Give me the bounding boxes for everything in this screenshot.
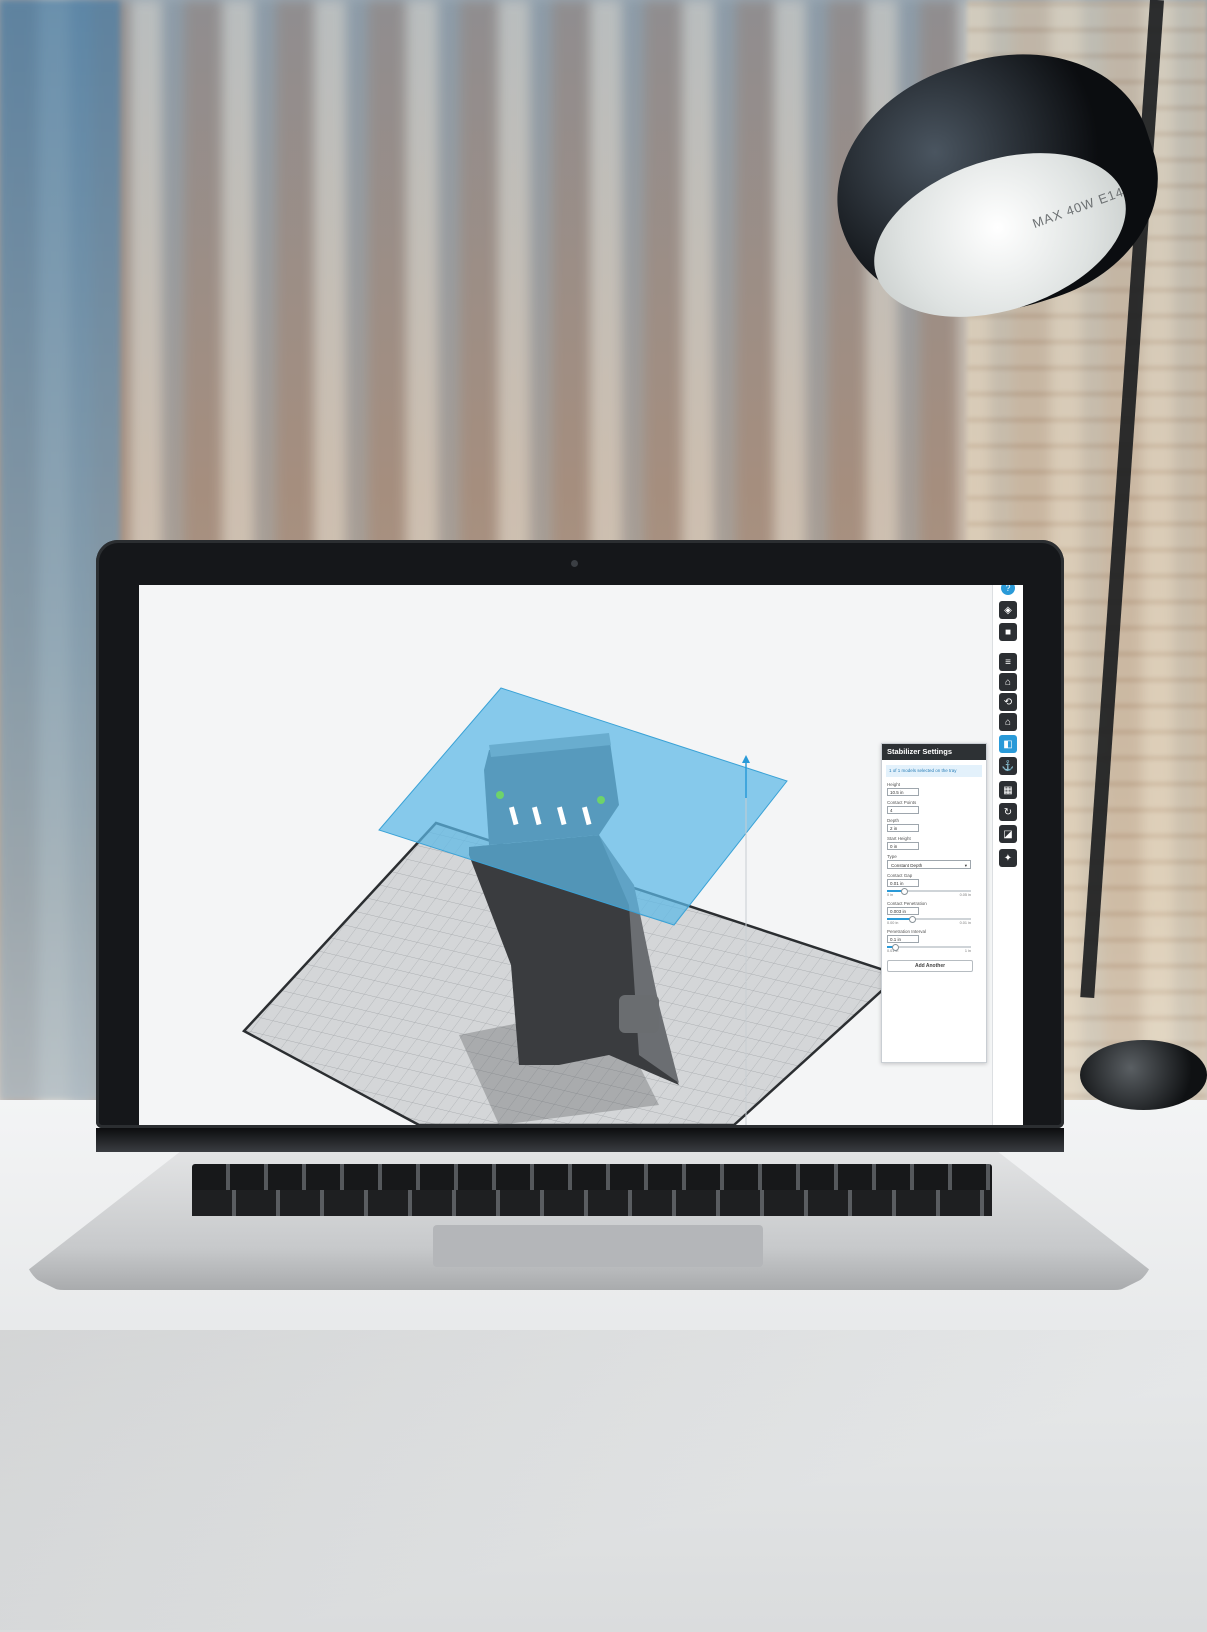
laptop-hinge: [96, 1128, 1064, 1152]
shaded-cube-icon[interactable]: ■: [999, 623, 1017, 641]
scale-icon[interactable]: ◪: [999, 825, 1017, 843]
contact-gap-field[interactable]: 0.01 in: [887, 879, 919, 887]
layers-icon[interactable]: ≡: [999, 653, 1017, 671]
trackpad: [433, 1225, 763, 1267]
penetration-interval-label: Penetration Interval: [887, 929, 927, 934]
start-height-field[interactable]: 0 in: [887, 842, 919, 850]
range-max: 0.05 in: [959, 893, 971, 897]
stabilizer-settings-panel: Stabilizer Settings 1 of 1 models select…: [881, 743, 987, 1063]
type-select[interactable]: Constant Depth ▾: [887, 860, 971, 869]
3d-viewport[interactable]: ? ◈ ■ ≡ ⌂ ⟲ ⌂ ◧ ⚓ ▦ ↻ ◪ ✦ Stabilizer Set…: [139, 585, 1023, 1125]
panel-title: Stabilizer Settings: [882, 744, 986, 760]
rotate-icon[interactable]: ↻: [999, 803, 1017, 821]
height-field[interactable]: 10.5 in: [887, 788, 919, 796]
orientation-icon[interactable]: ⟲: [999, 693, 1017, 711]
stabilizer-icon[interactable]: ◧: [999, 735, 1017, 753]
penetration-interval-field[interactable]: 0.1 in: [887, 935, 919, 943]
range-min: 0.00 in: [887, 921, 899, 925]
contact-penetration-range: 0.00 in 0.01 in: [887, 921, 971, 925]
arrange-icon[interactable]: ▦: [999, 781, 1017, 799]
penetration-interval-range: 0.01 in 1 in: [887, 949, 971, 953]
slider-handle[interactable]: [900, 888, 908, 895]
chevron-down-icon: ▾: [964, 863, 967, 868]
model-foot: [619, 995, 659, 1033]
contact-penetration-slider[interactable]: [887, 916, 971, 923]
lamp-base: [1080, 1040, 1207, 1110]
contact-gap-label: Contact Gap: [887, 873, 913, 878]
contact-penetration-label: Contact Penetration: [887, 901, 927, 906]
right-toolbar: ? ◈ ■ ≡ ⌂ ⟲ ⌂ ◧ ⚓ ▦ ↻ ◪ ✦: [992, 585, 1023, 1125]
arrow-up-icon[interactable]: [742, 755, 750, 763]
type-select-value: Constant Depth: [891, 863, 923, 868]
home-icon[interactable]: ⌂: [999, 713, 1017, 731]
keyboard-row: [192, 1190, 992, 1216]
height-label: Height: [887, 782, 901, 787]
anchor-icon[interactable]: ⚓: [999, 757, 1017, 775]
webcam: [571, 560, 578, 567]
penetration-interval-slider[interactable]: [887, 944, 971, 951]
add-another-button[interactable]: Add Another: [887, 960, 973, 972]
view-cube-icon[interactable]: ◈: [999, 601, 1017, 619]
support-icon[interactable]: ⌂: [999, 673, 1017, 691]
contact-points-label: Contact Points: [887, 800, 917, 805]
help-icon[interactable]: ?: [1001, 585, 1015, 595]
desk-shadow: [0, 1330, 1207, 1630]
laptop-screen: ? ◈ ■ ≡ ⌂ ⟲ ⌂ ◧ ⚓ ▦ ↻ ◪ ✦ Stabilizer Set…: [139, 585, 1023, 1125]
contact-gap-range: 0 in 0.05 in: [887, 893, 971, 897]
range-max: 1 in: [964, 949, 971, 953]
contact-gap-slider[interactable]: [887, 888, 971, 895]
range-min: 0 in: [887, 893, 894, 897]
repair-icon[interactable]: ✦: [999, 849, 1017, 867]
start-height-label: Start Height: [887, 836, 911, 841]
range-max: 0.01 in: [959, 921, 971, 925]
selection-notice: 1 of 1 models selected on the tray: [886, 765, 982, 777]
depth-label: Depth: [887, 818, 900, 823]
depth-field[interactable]: 2 in: [887, 824, 919, 832]
type-label: Type: [887, 854, 897, 859]
contact-points-field[interactable]: 4: [887, 806, 919, 814]
contact-penetration-field[interactable]: 0.003 in: [887, 907, 919, 915]
